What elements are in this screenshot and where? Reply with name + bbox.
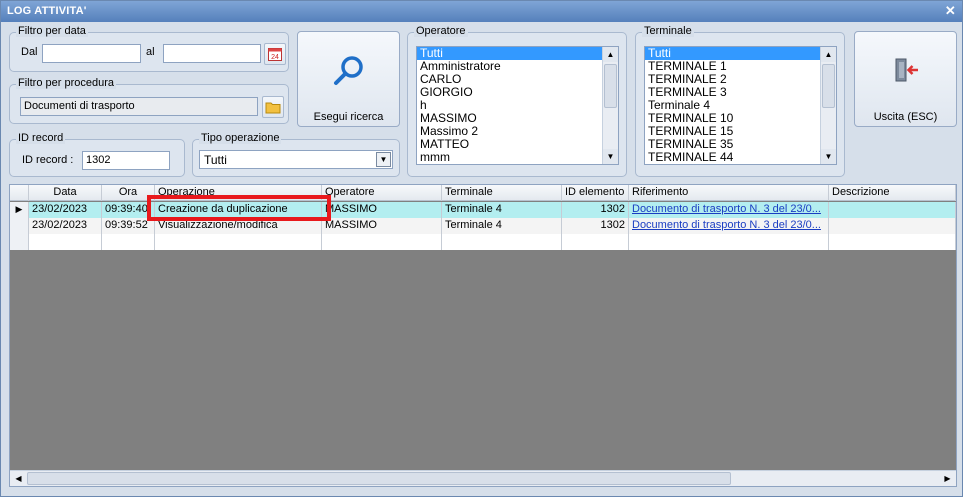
column-header[interactable]: ID elemento [562, 185, 629, 201]
table-cell: 1302 [562, 202, 629, 218]
operation-type-value: Tutti [204, 153, 227, 167]
list-item[interactable]: TERMINALE 44 [645, 151, 836, 164]
date-from-input[interactable] [42, 44, 141, 63]
table-cell [102, 234, 155, 250]
table-cell [322, 234, 442, 250]
terminal-legend: Terminale [642, 25, 694, 37]
id-record-legend: ID record [16, 132, 66, 144]
terminal-scrollbar[interactable]: ▲ ▼ [820, 47, 836, 164]
scroll-thumb[interactable] [822, 64, 835, 108]
reference-link[interactable]: Documento di trasporto N. 3 del 23/0... [629, 218, 829, 234]
exit-button-label: Uscita (ESC) [873, 111, 938, 123]
table-cell [155, 234, 322, 250]
procedure-filter-legend: Filtro per procedura [16, 77, 116, 89]
operator-group: Operatore Tutti Amministratore CARLO GIORGI… [407, 25, 627, 177]
search-button-label: Esegui ricerca [313, 111, 384, 123]
date-filter-legend: Filtro per data [16, 25, 88, 37]
table-cell [829, 202, 956, 218]
table-cell: MASSIMO [322, 218, 442, 234]
window-title: LOG ATTIVITA' [7, 5, 87, 17]
operation-type-group: Tipo operazione Tutti ▼ [192, 132, 400, 177]
reference-link[interactable] [629, 234, 829, 250]
date-to-label: al [146, 46, 155, 58]
table-cell: Terminale 4 [442, 218, 562, 234]
table-cell [829, 218, 956, 234]
table-cell: 1302 [562, 218, 629, 234]
date-from-label: Dal [21, 46, 38, 58]
table-cell: 23/02/2023 [29, 202, 102, 218]
svg-text:24: 24 [271, 54, 279, 61]
terminal-items: Tutti TERMINALE 1 TERMINALE 2 TERMINALE 3 Te… [645, 47, 836, 164]
table-cell [829, 234, 956, 250]
id-record-group: ID record ID record : 1302 [9, 132, 185, 177]
column-header[interactable]: Riferimento [629, 185, 829, 201]
exit-door-icon [895, 58, 918, 82]
date-to-input[interactable] [163, 44, 261, 63]
chevron-down-icon[interactable]: ▼ [376, 152, 391, 167]
activity-grid: Data Ora Operazione Operatore Terminale ID el… [9, 184, 957, 487]
horizontal-scrollbar[interactable]: ◀ ▶ [10, 470, 956, 486]
highlight-box [147, 195, 331, 221]
table-cell [562, 234, 629, 250]
id-record-label: ID record : [22, 154, 74, 166]
column-header[interactable]: Operatore [322, 185, 442, 201]
scroll-down-icon[interactable]: ▼ [603, 149, 618, 164]
list-item[interactable]: GIORGIO [417, 86, 618, 99]
operator-list[interactable]: Tutti Amministratore CARLO GIORGIO h MASSIMO M… [416, 46, 619, 165]
reference-link[interactable]: Documento di trasporto N. 3 del 23/0... [629, 202, 829, 218]
close-icon[interactable]: ✕ [945, 3, 956, 19]
scroll-thumb[interactable] [604, 64, 617, 108]
procedure-filter-group: Filtro per procedura Documenti di traspo… [9, 77, 289, 124]
table-cell: Terminale 4 [442, 202, 562, 218]
table-cell: 23/02/2023 [29, 218, 102, 234]
operation-type-legend: Tipo operazione [199, 132, 282, 144]
row-indicator[interactable] [10, 234, 29, 250]
scroll-left-icon[interactable]: ◀ [11, 471, 26, 486]
row-indicator[interactable] [10, 218, 29, 234]
calendar-icon: 24 [268, 48, 282, 61]
grid-corner [10, 185, 29, 201]
terminal-list[interactable]: Tutti TERMINALE 1 TERMINALE 2 TERMINALE 3 Te… [644, 46, 837, 165]
log-window: LOG ATTIVITA' ✕ Filtro per data Dal al 2… [0, 0, 963, 497]
exit-button[interactable]: Uscita (ESC) [854, 31, 957, 127]
search-icon [334, 56, 363, 85]
title-bar: LOG ATTIVITA' ✕ [1, 1, 962, 22]
procedure-field[interactable]: Documenti di trasporto [20, 97, 258, 116]
scroll-up-icon[interactable]: ▲ [603, 47, 618, 62]
calendar-button[interactable]: 24 [264, 43, 286, 65]
column-header[interactable]: Descrizione [829, 185, 956, 201]
table-cell: MASSIMO [322, 202, 442, 218]
table-cell [442, 234, 562, 250]
operator-items: Tutti Amministratore CARLO GIORGIO h MASSIMO M… [417, 47, 618, 164]
list-item[interactable]: mmm [417, 151, 618, 164]
row-indicator[interactable]: ▶ [10, 202, 29, 218]
column-header[interactable]: Data [29, 185, 102, 201]
scroll-up-icon[interactable]: ▲ [821, 47, 836, 62]
scroll-down-icon[interactable]: ▼ [821, 149, 836, 164]
operator-scrollbar[interactable]: ▲ ▼ [602, 47, 618, 164]
scroll-thumb[interactable] [27, 472, 731, 485]
table-row[interactable] [10, 234, 956, 250]
operator-legend: Operatore [414, 25, 468, 37]
scroll-right-icon[interactable]: ▶ [940, 471, 955, 486]
search-button[interactable]: Esegui ricerca [297, 31, 400, 127]
id-record-input[interactable]: 1302 [82, 151, 170, 170]
date-filter-group: Filtro per data Dal al 24 [9, 25, 289, 72]
terminal-group: Terminale Tutti TERMINALE 1 TERMINALE 2 TER… [635, 25, 845, 177]
folder-icon [265, 102, 281, 114]
operation-type-select[interactable]: Tutti ▼ [199, 150, 393, 169]
table-cell [29, 234, 102, 250]
browse-procedure-button[interactable] [262, 96, 284, 118]
column-header[interactable]: Terminale [442, 185, 562, 201]
